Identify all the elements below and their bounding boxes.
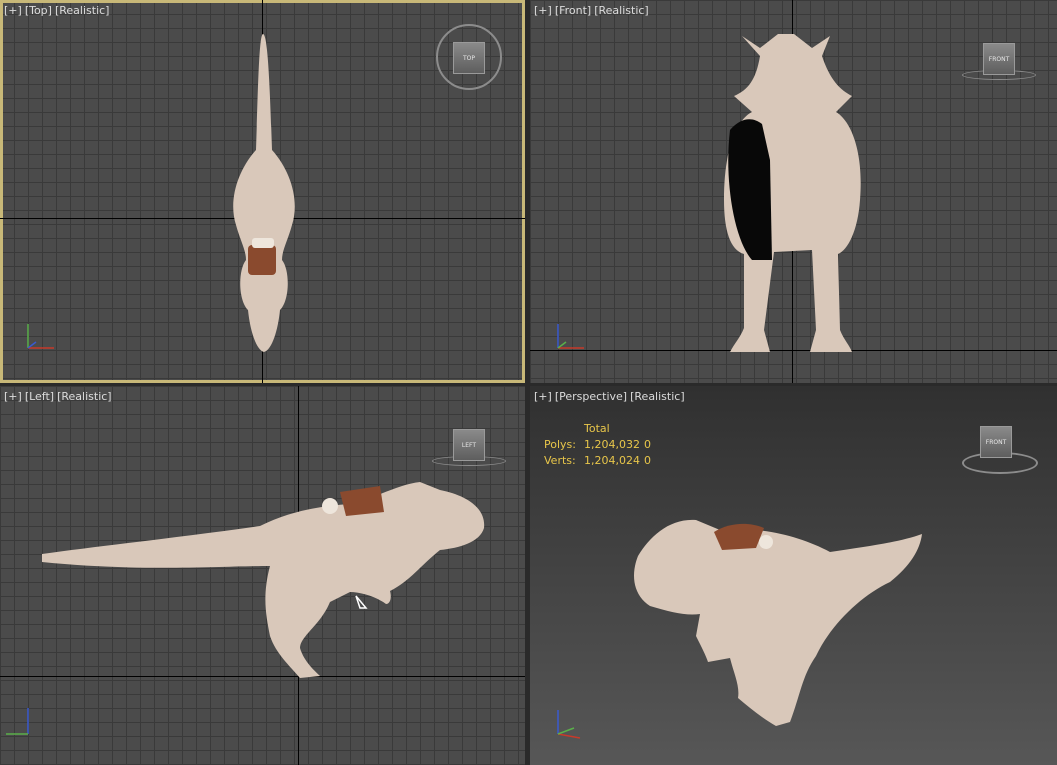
polys-label: Polys: bbox=[544, 438, 576, 451]
viewport-menu[interactable]: [+] bbox=[534, 390, 552, 403]
statistics-overlay: Total Polys: 1,204,032 0 Verts: 1,204,02… bbox=[544, 422, 651, 470]
dinosaur-model-left[interactable] bbox=[0, 386, 525, 765]
viewcube-label: FRONT bbox=[985, 438, 1007, 446]
polys-value: 1,204,032 bbox=[584, 438, 640, 451]
view-type[interactable]: [Front] bbox=[555, 4, 591, 17]
shading-mode[interactable]: [Realistic] bbox=[630, 390, 685, 403]
axis-gizmo-icon bbox=[6, 708, 29, 735]
verts-label: Verts: bbox=[544, 454, 576, 467]
view-type[interactable]: [Left] bbox=[25, 390, 54, 403]
verts-value: 1,204,024 bbox=[584, 454, 640, 467]
viewport-menu[interactable]: [+] bbox=[4, 390, 22, 403]
axis-gizmo-icon bbox=[557, 324, 584, 349]
viewport-menu[interactable]: [+] bbox=[4, 4, 22, 17]
view-type[interactable]: [Perspective] bbox=[555, 390, 627, 403]
viewport-label-top[interactable]: [+] [Top] [Realistic] bbox=[4, 4, 112, 17]
stats-header: Total bbox=[584, 422, 610, 435]
viewcube-label: TOP bbox=[462, 54, 475, 62]
dinosaur-model-front[interactable] bbox=[530, 0, 1057, 383]
saddle bbox=[340, 486, 384, 516]
viewport-label-left[interactable]: [+] [Left] [Realistic] bbox=[4, 390, 115, 403]
shading-mode[interactable]: [Realistic] bbox=[57, 390, 112, 403]
viewcube-label: FRONT bbox=[988, 55, 1010, 63]
viewcube-icon[interactable]: FRONT bbox=[980, 426, 1012, 458]
viewcube-icon[interactable]: LEFT bbox=[453, 429, 485, 461]
viewport-front[interactable]: [+] [Front] [Realistic] FRONT bbox=[530, 0, 1057, 383]
axis-gizmo-icon bbox=[557, 710, 581, 739]
viewport-left[interactable]: [+] [Left] [Realistic] LEFT bbox=[0, 386, 525, 765]
shading-mode[interactable]: [Realistic] bbox=[55, 4, 110, 17]
axis-gizmo-icon bbox=[27, 324, 54, 349]
shading-mode[interactable]: [Realistic] bbox=[594, 4, 649, 17]
viewcube-label: LEFT bbox=[461, 441, 477, 449]
viewcube-icon[interactable]: FRONT bbox=[983, 43, 1015, 75]
viewcube-icon[interactable]: TOP bbox=[453, 42, 485, 74]
viewport-perspective[interactable]: [+] [Perspective] [Realistic] Total Polys:… bbox=[530, 386, 1057, 765]
saddle bbox=[714, 523, 764, 550]
verts-selected: 0 bbox=[644, 454, 651, 467]
viewport-top[interactable]: [+] [Top] [Realistic] TOP bbox=[0, 0, 525, 383]
saddle bbox=[248, 245, 276, 275]
view-type[interactable]: [Top] bbox=[25, 4, 52, 17]
polys-selected: 0 bbox=[644, 438, 651, 451]
viewport-label-perspective[interactable]: [+] [Perspective] [Realistic] bbox=[534, 390, 688, 403]
viewport-menu[interactable]: [+] bbox=[534, 4, 552, 17]
viewport-label-front[interactable]: [+] [Front] [Realistic] bbox=[534, 4, 652, 17]
